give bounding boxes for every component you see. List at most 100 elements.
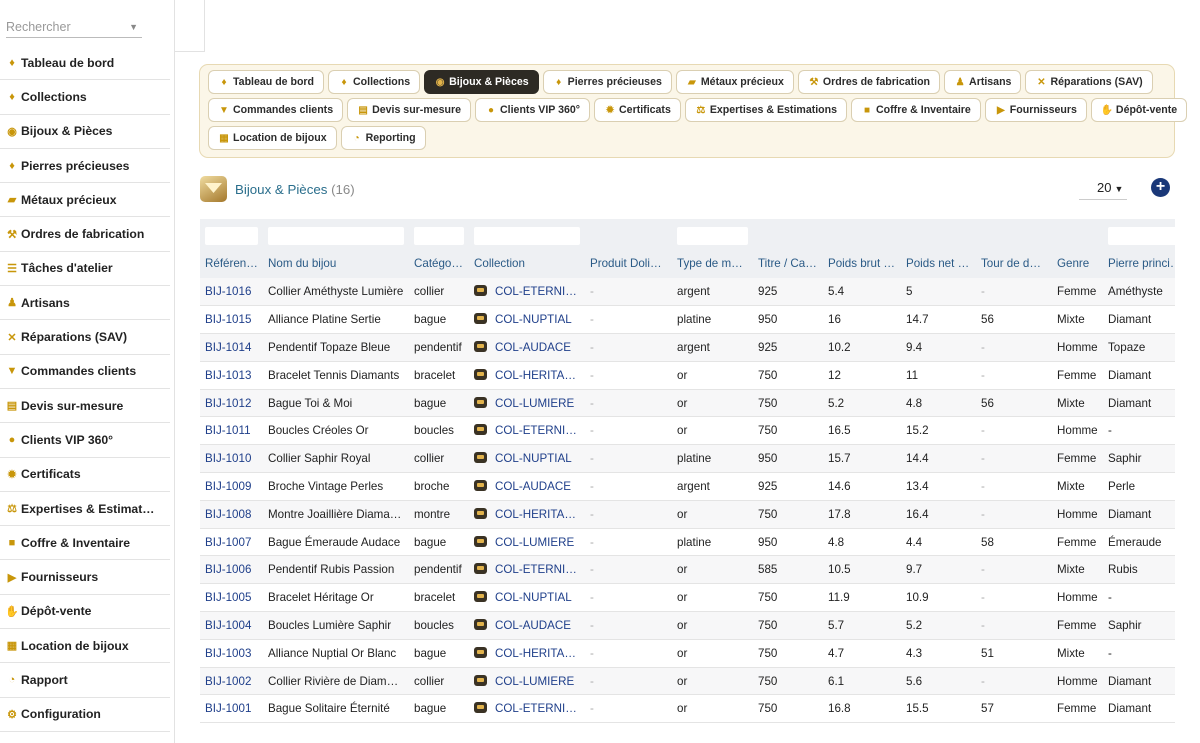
column-header-type-de-metal[interactable]: Type de métal: [672, 248, 753, 278]
sidebar-item-clients-vip-360[interactable]: ● Clients VIP 360°: [0, 423, 170, 458]
column-filter-input[interactable]: [474, 226, 580, 245]
tab-devis-sur-mesure[interactable]: ▤ Devis sur-mesure: [347, 98, 472, 122]
collection-link[interactable]: COL-AUDACE: [469, 611, 585, 640]
sidebar-item-coffre-inventaire[interactable]: ■ Coffre & Inventaire: [0, 526, 170, 561]
column-header-nom-du-bijou[interactable]: Nom du bijou: [263, 248, 409, 278]
collection-link[interactable]: COL-LUMIERE: [469, 389, 585, 418]
table-row[interactable]: BIJ-1010 Collier Saphir Royal collier COL-N…: [200, 444, 1175, 474]
column-filter-input[interactable]: [414, 226, 464, 245]
collection-link[interactable]: COL-NUPTIAL: [469, 583, 585, 613]
collection-link[interactable]: COL-HERITAGE: [469, 361, 585, 390]
sidebar-item-depot-vente[interactable]: ✋ Dépôt-vente: [0, 595, 170, 630]
tab-artisans[interactable]: ♟ Artisans: [944, 70, 1022, 94]
table-row[interactable]: BIJ-1002 Collier Rivière de Diamants colli…: [200, 667, 1175, 696]
sidebar-item-metaux-precieux[interactable]: ▰ Métaux précieux: [0, 183, 170, 218]
column-header-titre-carat[interactable]: Titre / Carat: [753, 248, 823, 278]
sidebar-item-fournisseurs[interactable]: ▶ Fournisseurs: [0, 560, 170, 595]
tab-ordres-de-fabrication[interactable]: ⚒ Ordres de fabrication: [797, 70, 941, 94]
collection-link[interactable]: COL-HERITAGE: [469, 500, 585, 529]
sidebar-item-artisans[interactable]: ♟ Artisans: [0, 286, 170, 321]
collection-link[interactable]: COL-ETERNITE: [469, 694, 585, 723]
column-filter-input[interactable]: [205, 226, 258, 245]
collection-link[interactable]: COL-NUPTIAL: [469, 444, 585, 474]
collection-link[interactable]: COL-LUMIERE: [469, 528, 585, 557]
collection-link[interactable]: COL-LUMIERE: [469, 667, 585, 696]
reference-link[interactable]: BIJ-1003: [200, 639, 263, 668]
collection-link[interactable]: COL-AUDACE: [469, 333, 585, 362]
tab-collections[interactable]: ♦ Collections: [328, 70, 421, 94]
sidebar-item-expertises-estimat[interactable]: ⚖ Expertises & Estimat…: [0, 492, 170, 527]
reference-link[interactable]: BIJ-1012: [200, 389, 263, 418]
tab-certificats[interactable]: ✹ Certificats: [594, 98, 681, 122]
sidebar-item-rapport[interactable]: ◔ Rapport: [0, 663, 170, 698]
plus-circle-icon[interactable]: +: [1151, 178, 1170, 197]
tab-coffre-inventaire[interactable]: ■ Coffre & Inventaire: [851, 98, 981, 122]
table-row[interactable]: BIJ-1007 Bague Émeraude Audace bague COL-LU…: [200, 528, 1175, 557]
table-row[interactable]: BIJ-1011 Boucles Créoles Or boucles COL-ETE…: [200, 416, 1175, 446]
column-header-tour-de-doigt[interactable]: Tour de doigt: [976, 248, 1052, 278]
collection-link[interactable]: COL-AUDACE: [469, 472, 585, 501]
table-row[interactable]: BIJ-1016 Collier Améthyste Lumière collier…: [200, 278, 1175, 307]
tab-pierres-precieuses[interactable]: ♦ Pierres précieuses: [542, 70, 672, 94]
sidebar-item-certificats[interactable]: ✹ Certificats: [0, 458, 170, 492]
reference-link[interactable]: BIJ-1014: [200, 333, 263, 362]
tab-location-de-bijoux[interactable]: ▦ Location de bijoux: [208, 126, 337, 150]
sidebar-item-reparations-sav[interactable]: ✕ Réparations (SAV): [0, 320, 170, 355]
tab-commandes-clients[interactable]: ▼ Commandes clients: [208, 98, 344, 122]
caret-down-icon[interactable]: ▼: [129, 22, 138, 32]
reference-link[interactable]: BIJ-1009: [200, 472, 263, 501]
table-row[interactable]: BIJ-1015 Alliance Platine Sertie bague COL-…: [200, 305, 1175, 335]
tab-tableau-de-bord[interactable]: ♦ Tableau de bord: [208, 70, 325, 94]
tab-reparations-sav[interactable]: ✕ Réparations (SAV): [1025, 70, 1153, 94]
table-row[interactable]: BIJ-1005 Bracelet Héritage Or bracelet COL-…: [200, 583, 1175, 613]
table-row[interactable]: BIJ-1001 Bague Solitaire Éternité bague COL…: [200, 694, 1175, 723]
table-row[interactable]: BIJ-1009 Broche Vintage Perles broche COL-A…: [200, 472, 1175, 501]
tab-fournisseurs[interactable]: ▶ Fournisseurs: [984, 98, 1087, 122]
tab-bijoux-pieces[interactable]: ◉ Bijoux & Pièces: [424, 70, 539, 94]
reference-link[interactable]: BIJ-1008: [200, 500, 263, 529]
collection-link[interactable]: COL-HERITAGE: [469, 639, 585, 668]
tab-reporting[interactable]: ◔ Reporting: [340, 126, 426, 150]
column-header-genre[interactable]: Genre: [1052, 248, 1103, 278]
sidebar-item-bijoux-pieces[interactable]: ◉ Bijoux & Pièces: [0, 115, 170, 149]
search-select[interactable]: Rechercher ▼: [6, 14, 142, 38]
reference-link[interactable]: BIJ-1006: [200, 555, 263, 585]
collection-link[interactable]: COL-ETERNITE: [469, 278, 585, 307]
sidebar-item-devis-sur-mesure[interactable]: ▤ Devis sur-mesure: [0, 389, 170, 424]
tab-clients-vip-360[interactable]: ● Clients VIP 360°: [475, 98, 591, 122]
column-header-reference[interactable]: Référence: [200, 248, 263, 278]
reference-link[interactable]: BIJ-1013: [200, 361, 263, 390]
table-row[interactable]: BIJ-1004 Boucles Lumière Saphir boucles COL…: [200, 611, 1175, 640]
sidebar-item-commandes-clients[interactable]: ▼ Commandes clients: [0, 355, 170, 389]
table-row[interactable]: BIJ-1013 Bracelet Tennis Diamants bracelet…: [200, 361, 1175, 390]
reference-link[interactable]: BIJ-1005: [200, 583, 263, 613]
table-row[interactable]: BIJ-1012 Bague Toi & Moi bague COL-LUMIERE -…: [200, 389, 1175, 418]
column-header-poids-net-g[interactable]: Poids net (g): [901, 248, 976, 278]
column-header-categorie[interactable]: Catégorie: [409, 248, 469, 278]
table-row[interactable]: BIJ-1014 Pendentif Topaze Bleue pendentif C…: [200, 333, 1175, 362]
column-header-produit-dolib[interactable]: Produit Dolib…: [585, 248, 672, 278]
page-size-select[interactable]: 20 ▼: [1079, 178, 1127, 200]
sidebar-item-ordres-de-fabrication[interactable]: ⚒ Ordres de fabrication: [0, 217, 170, 252]
collection-link[interactable]: COL-NUPTIAL: [469, 305, 585, 335]
table-row[interactable]: BIJ-1006 Pendentif Rubis Passion pendentif…: [200, 555, 1175, 585]
sidebar-item-location-de-bijoux[interactable]: ▦ Location de bijoux: [0, 629, 170, 664]
collection-link[interactable]: COL-ETERNITE: [469, 555, 585, 585]
reference-link[interactable]: BIJ-1004: [200, 611, 263, 640]
sidebar-item-tableau-de-bord[interactable]: ♦ Tableau de bord: [0, 46, 170, 81]
reference-link[interactable]: BIJ-1016: [200, 278, 263, 307]
table-row[interactable]: BIJ-1008 Montre Joaillière Diamants montre…: [200, 500, 1175, 529]
column-header-poids-brut-g[interactable]: Poids brut (g): [823, 248, 901, 278]
reference-link[interactable]: BIJ-1010: [200, 444, 263, 474]
tab-metaux-precieux[interactable]: ▰ Métaux précieux: [675, 70, 794, 94]
column-filter-input[interactable]: [1108, 226, 1175, 245]
tab-expertises-estimations[interactable]: ⚖ Expertises & Estimations: [684, 98, 848, 122]
sidebar-item-taches-d-atelier[interactable]: ☰ Tâches d'atelier: [0, 252, 170, 287]
reference-link[interactable]: BIJ-1011: [200, 416, 263, 446]
sidebar-item-configuration[interactable]: ⚙ Configuration: [0, 698, 170, 732]
column-header-pierre-princi[interactable]: Pierre princi…: [1103, 248, 1175, 278]
column-filter-input[interactable]: [268, 226, 404, 245]
sidebar-item-pierres-precieuses[interactable]: ♦ Pierres précieuses: [0, 149, 170, 184]
table-row[interactable]: BIJ-1003 Alliance Nuptial Or Blanc bague CO…: [200, 639, 1175, 668]
column-header-collection[interactable]: Collection: [469, 248, 585, 278]
